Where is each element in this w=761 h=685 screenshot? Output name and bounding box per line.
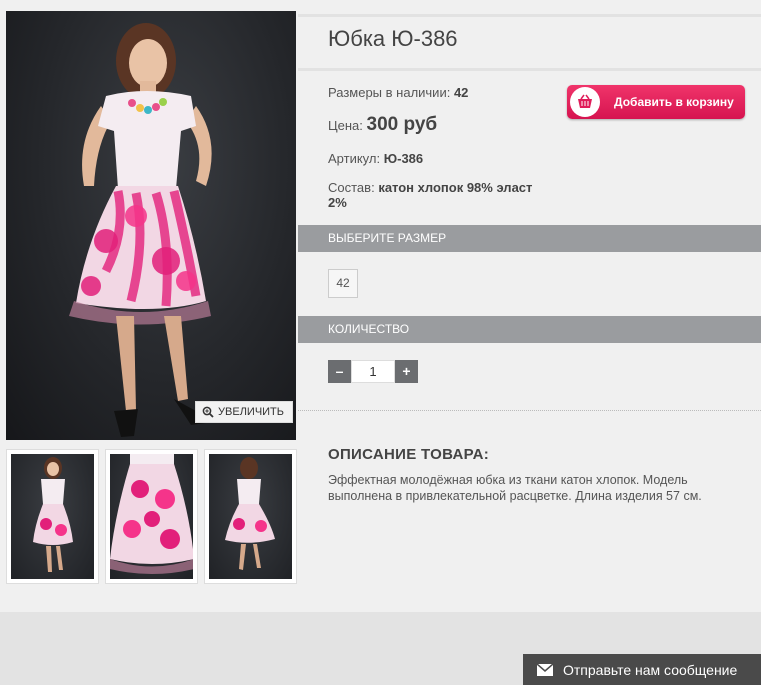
sizes-value: 42 (453, 85, 469, 100)
top-divider (298, 14, 761, 17)
thumbnail-back-illustration (225, 457, 275, 570)
available-sizes: Размеры в наличии: 42 (328, 85, 468, 100)
main-product-photo[interactable]: УВЕЛИЧИТЬ (6, 11, 296, 440)
price-value: 300 руб (366, 114, 438, 135)
sku: Артикул: Ю-386 (328, 151, 423, 166)
zoom-label: УВЕЛИЧИТЬ (218, 406, 284, 418)
product-card: УВЕЛИЧИТЬ Юбка Ю-386 Размеры в наличии: … (0, 0, 761, 612)
thumbnail-front-illustration (33, 457, 73, 572)
size-section-header: ВЫБЕРИТЕ РАЗМЕР (298, 225, 761, 252)
send-message-label: Отправьте нам сообщение (563, 661, 738, 678)
thumbnail-strip (6, 449, 297, 584)
thumbnail-front[interactable] (6, 449, 99, 584)
quantity-decrease-button[interactable]: – (328, 360, 351, 383)
title-divider (298, 68, 761, 71)
description-title: ОПИСАНИЕ ТОВАРА: (328, 446, 489, 463)
add-to-cart-button[interactable]: Добавить в корзину (567, 85, 745, 119)
zoom-button[interactable]: УВЕЛИЧИТЬ (195, 401, 293, 423)
composition: Состав: катон хлопок 98% эласт 2% (328, 180, 543, 210)
add-to-cart-label: Добавить в корзину (614, 95, 734, 109)
composition-label: Состав: (328, 180, 375, 195)
send-message-button[interactable]: Отправьте нам сообщение (523, 654, 761, 685)
price: Цена: 300 руб (328, 114, 437, 136)
basket-icon (570, 87, 600, 117)
price-label: Цена: (328, 118, 363, 133)
thumbnail-skirt-detail[interactable] (105, 449, 198, 584)
sku-value: Ю-386 (383, 151, 424, 166)
envelope-icon (537, 663, 553, 676)
sku-label: Артикул: (328, 151, 381, 166)
magnifier-icon (202, 406, 214, 418)
description-text: Эффектная молодёжная юбка из ткани катон… (328, 473, 702, 503)
thumbnail-back[interactable] (204, 449, 297, 584)
sizes-label: Размеры в наличии: (328, 85, 451, 100)
thumbnail-skirt-detail-illustration (110, 454, 193, 574)
model-illustration (69, 23, 212, 437)
description-divider (298, 410, 761, 411)
quantity-section-header: КОЛИЧЕСТВО (298, 316, 761, 343)
product-title: Юбка Ю-386 (328, 26, 458, 51)
quantity-stepper: – 1 + (328, 360, 418, 383)
quantity-increase-button[interactable]: + (395, 360, 418, 383)
quantity-input[interactable]: 1 (351, 360, 395, 383)
size-option-42[interactable]: 42 (328, 269, 358, 298)
